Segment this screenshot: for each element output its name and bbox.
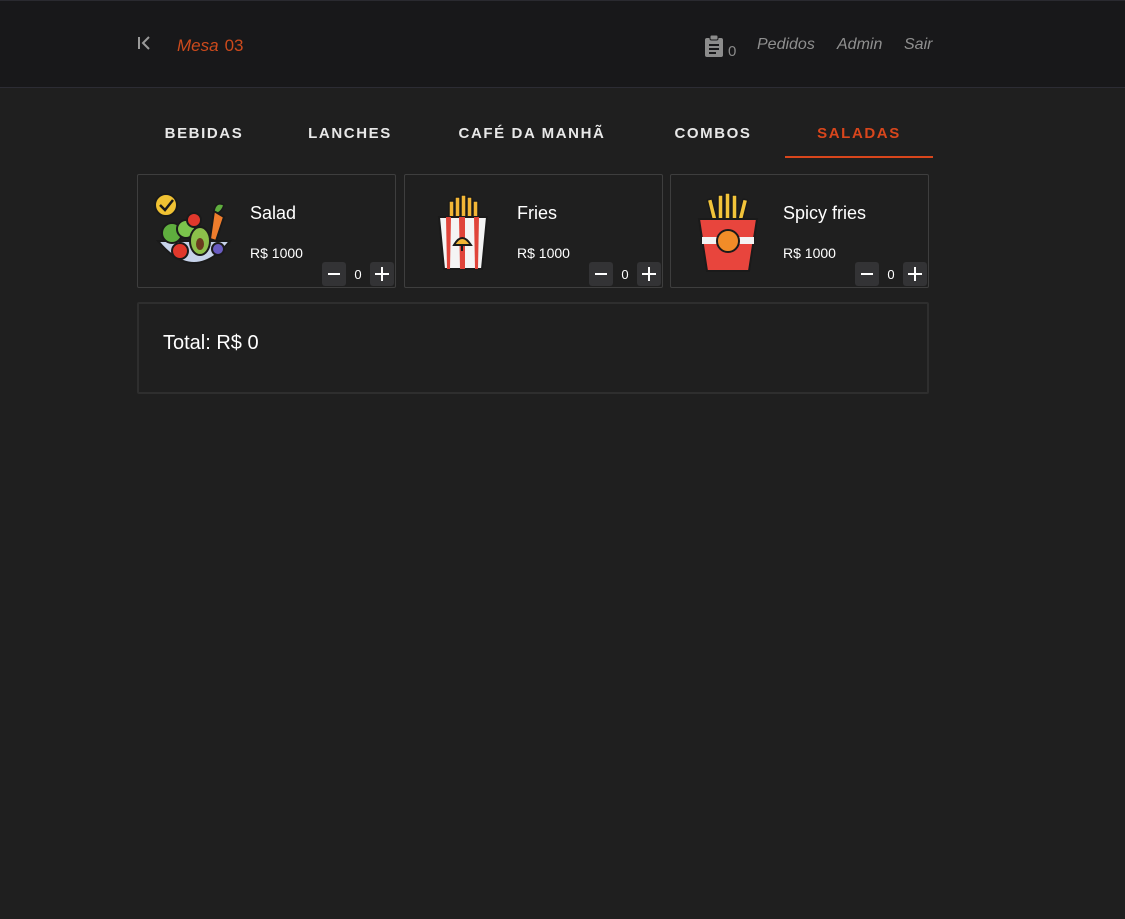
orders-count-badge: 0	[728, 43, 737, 60]
tab-bebidas[interactable]: BEBIDAS	[137, 112, 271, 158]
quantity-stepper: 0	[855, 262, 927, 286]
clipboard-icon[interactable]	[704, 34, 724, 57]
spicy-fries-icon	[685, 189, 769, 273]
product-name: Spicy fries	[783, 203, 867, 223]
plus-icon	[642, 267, 656, 281]
order-total-panel: Total: R$ 0	[137, 302, 929, 394]
nav-pedidos-link[interactable]: Pedidos	[757, 36, 815, 54]
increment-button[interactable]	[637, 262, 661, 286]
nav-sair-link[interactable]: Sair	[904, 36, 932, 54]
decrement-button[interactable]	[322, 262, 346, 286]
increment-button[interactable]	[903, 262, 927, 286]
minus-icon	[861, 273, 873, 275]
product-price: R$ 1000	[250, 245, 303, 261]
product-price: R$ 1000	[517, 245, 570, 261]
first-page-icon[interactable]	[136, 34, 154, 52]
decrement-button[interactable]	[589, 262, 613, 286]
tab-cafe-da-manha[interactable]: CAFÉ DA MANHÃ	[433, 112, 631, 158]
order-total: Total: R$ 0	[163, 332, 259, 354]
product-card-fries[interactable]: Fries R$ 1000 0	[404, 174, 663, 288]
product-card-salad[interactable]: Salad R$ 1000 0	[137, 174, 396, 288]
quantity-stepper: 0	[322, 262, 394, 286]
tab-saladas[interactable]: SALADAS	[785, 112, 933, 158]
table-label: Mesa	[177, 36, 219, 55]
plus-icon	[375, 267, 389, 281]
quantity-value: 0	[887, 266, 895, 282]
salad-bowl-icon	[152, 189, 236, 273]
minus-icon	[328, 273, 340, 275]
tab-combos[interactable]: COMBOS	[647, 112, 779, 158]
top-navbar: Mesa 03 0 Pedidos Admin Sair	[0, 0, 1125, 88]
increment-button[interactable]	[370, 262, 394, 286]
nav-admin-link[interactable]: Admin	[837, 36, 882, 54]
product-price: R$ 1000	[783, 245, 836, 261]
minus-icon	[595, 273, 607, 275]
plus-icon	[908, 267, 922, 281]
decrement-button[interactable]	[855, 262, 879, 286]
quantity-stepper: 0	[589, 262, 661, 286]
quantity-value: 0	[621, 266, 629, 282]
product-card-spicy-fries[interactable]: Spicy fries R$ 1000 0	[670, 174, 929, 288]
product-name: Salad	[250, 203, 297, 223]
fries-icon	[419, 189, 503, 273]
quantity-value: 0	[354, 266, 362, 282]
category-tabs: BEBIDAS LANCHES CAFÉ DA MANHÃ COMBOS SAL…	[137, 112, 933, 158]
table-indicator: Mesa 03	[177, 36, 244, 56]
tab-lanches[interactable]: LANCHES	[283, 112, 417, 158]
product-name: Fries	[517, 203, 557, 223]
table-number: 03	[224, 36, 244, 55]
